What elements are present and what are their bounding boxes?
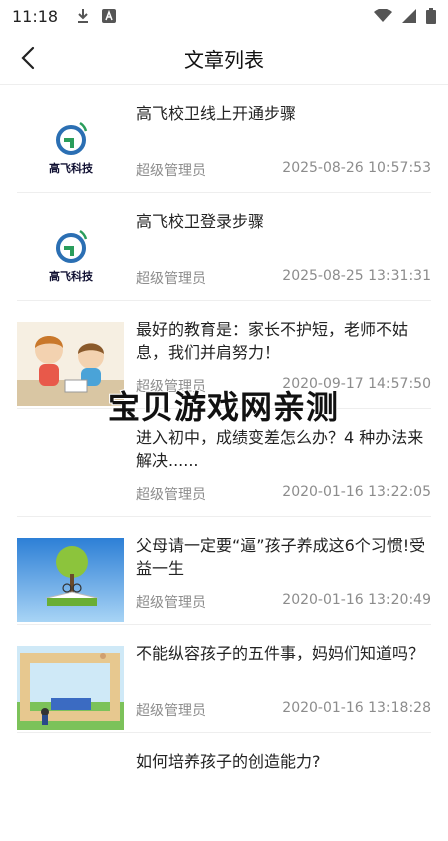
article-date: 2025-08-26 10:57:53: [282, 160, 431, 176]
company-logo: 高飞科技: [49, 121, 94, 175]
article-author: 超级管理员: [136, 703, 206, 719]
article-item[interactable]: 如何培养孩子的创造能力?: [17, 733, 431, 841]
company-logo: 高飞科技: [49, 229, 94, 283]
article-author: 超级管理员: [136, 163, 206, 179]
signal-icon: [402, 9, 416, 23]
article-date: 2020-01-16 13:22:05: [282, 484, 431, 500]
page-title: 文章列表: [184, 47, 264, 72]
article-title: 高飞校卫线上开通步骤: [136, 104, 297, 123]
article-author: 超级管理员: [136, 271, 206, 287]
text-a-icon: [102, 9, 117, 23]
frame-bed-illustration: [17, 646, 124, 730]
article-date: 2020-01-16 13:18:28: [282, 700, 431, 716]
wifi-icon: [374, 9, 392, 22]
article-thumbnail: [17, 538, 124, 622]
article-date: 2020-01-16 13:20:49: [282, 592, 431, 608]
download-icon: [78, 9, 89, 23]
article-title: 不能纵容孩子的五件事，妈妈们知道吗？: [136, 644, 425, 663]
article-thumbnail: 高飞科技: [17, 214, 124, 298]
battery-icon: [426, 8, 436, 24]
watermark-text: 宝贝游戏网亲测: [107, 387, 340, 427]
article-thumbnail-empty: [17, 430, 124, 514]
back-button[interactable]: [14, 44, 42, 72]
chevron-left-icon: [21, 46, 35, 70]
article-title: 进入初中，成绩变差怎么办？4 种办法来解决......: [136, 428, 424, 470]
app-header: 文章列表: [0, 32, 448, 85]
article-thumbnail: 高飞科技: [17, 106, 124, 190]
status-time: 11:18: [12, 6, 59, 26]
logo-text: 高飞科技: [49, 161, 94, 175]
article-item[interactable]: 不能纵容孩子的五件事，妈妈们知道吗？ 超级管理员 2020-01-16 13:1…: [17, 625, 431, 733]
article-thumbnail: [17, 646, 124, 730]
article-item[interactable]: 高飞科技 高飞校卫登录步骤 超级管理员 2025-08-25 13:31:31: [17, 193, 431, 301]
article-title: 父母请一定要“逼”孩子养成这6个习惯!受益一生: [136, 536, 426, 578]
article-title: 最好的教育是：家长不护短，老师不姑息，我们并肩努力！: [136, 320, 409, 362]
logo-text: 高飞科技: [49, 269, 94, 283]
article-item[interactable]: 高飞科技 高飞校卫线上开通步骤 超级管理员 2025-08-26 10:57:5…: [17, 85, 431, 193]
article-item[interactable]: 父母请一定要“逼”孩子养成这6个习惯!受益一生 超级管理员 2020-01-16…: [17, 517, 431, 625]
article-author: 超级管理员: [136, 595, 206, 611]
article-thumbnail-empty: [17, 754, 124, 838]
tree-book-illustration: [17, 538, 124, 622]
article-title: 如何培养孩子的创造能力?: [136, 752, 321, 771]
article-date: 2025-08-25 13:31:31: [282, 268, 431, 284]
article-author: 超级管理员: [136, 487, 206, 503]
article-title: 高飞校卫登录步骤: [136, 212, 265, 231]
status-bar: 11:18: [0, 0, 448, 32]
article-list: 高飞科技 高飞校卫线上开通步骤 超级管理员 2025-08-26 10:57:5…: [0, 85, 448, 841]
